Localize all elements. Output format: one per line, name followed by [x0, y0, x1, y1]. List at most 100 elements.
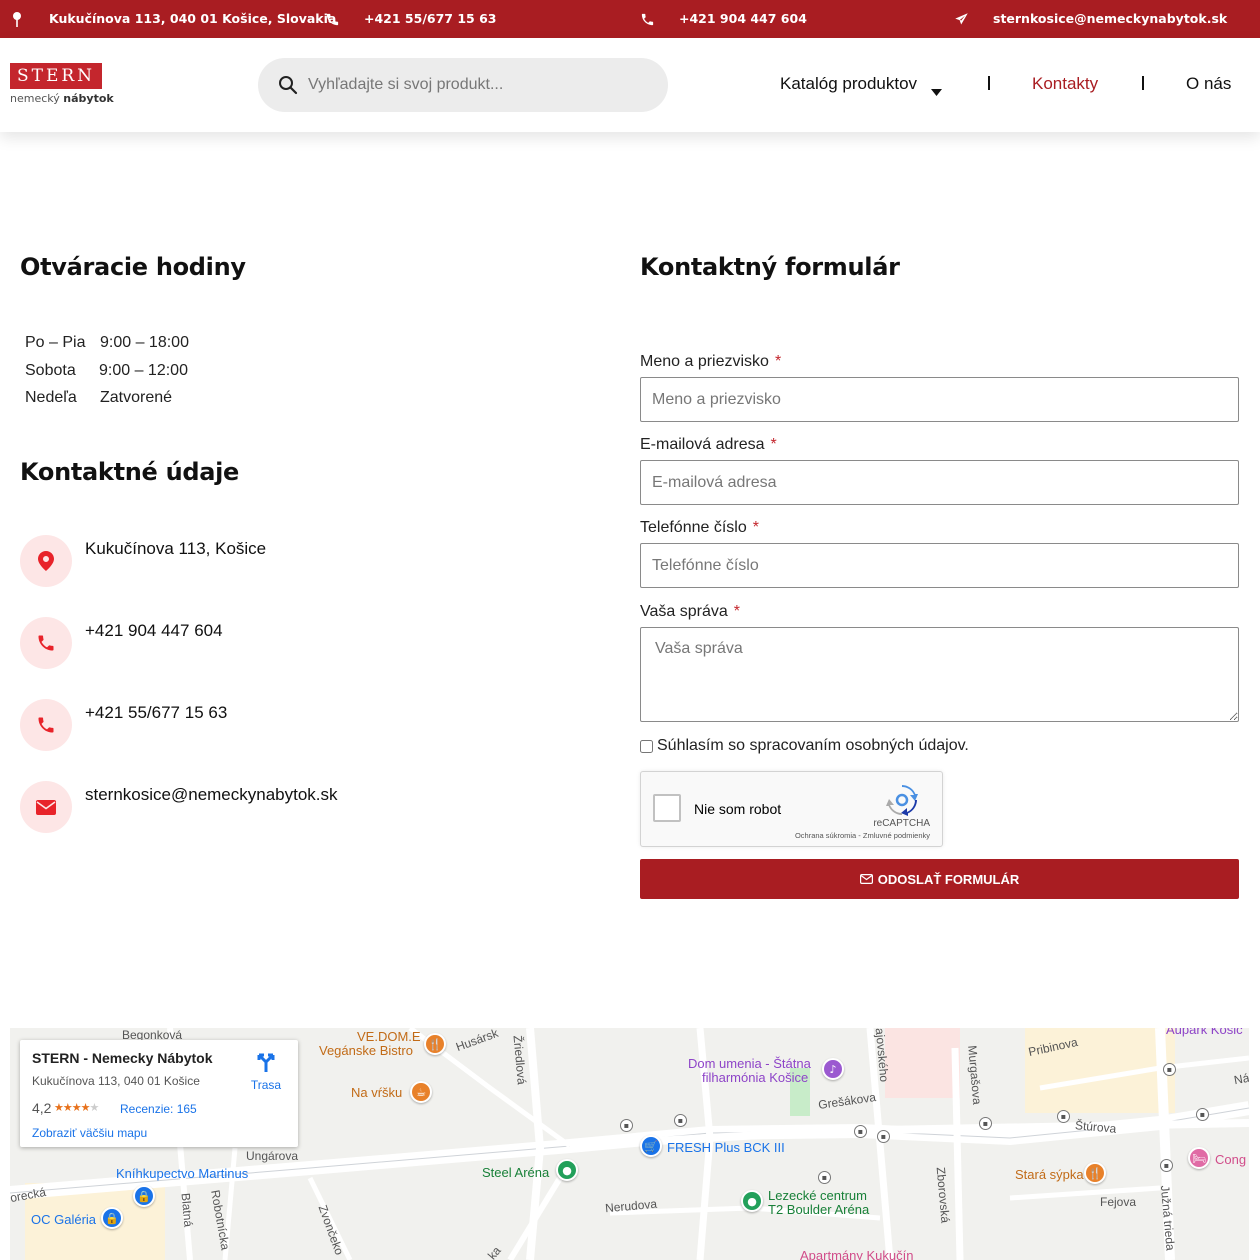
bus-stop-icon[interactable]: ▪	[854, 1125, 867, 1138]
email-label: E-mailová adresa *	[640, 436, 777, 453]
map-pin-icon	[12, 0, 22, 38]
recaptcha-logo-icon	[886, 784, 918, 820]
hotel-icon[interactable]: 🛏	[1188, 1147, 1210, 1169]
nav-separator	[1142, 76, 1144, 90]
topbar-address: Kukučínova 113, 040 01 Košice, Slovakia	[49, 11, 337, 26]
bus-stop-icon[interactable]: ▪	[620, 1119, 633, 1132]
nav-separator	[988, 76, 990, 90]
view-larger-map-link[interactable]: Zobraziť väčšiu mapu	[32, 1126, 147, 1140]
email-field[interactable]	[640, 460, 1239, 505]
shopping-icon[interactable]: 🔒	[101, 1207, 123, 1229]
phone-field[interactable]	[640, 543, 1239, 588]
map-label-t2-boulder: T2 Boulder Aréna	[768, 1202, 870, 1217]
map-label-aupark: Aupark Košic	[1166, 1028, 1243, 1037]
phone-icon	[20, 699, 72, 751]
consent-checkbox[interactable]	[640, 739, 653, 753]
place-info-card: STERN - Nemecky Nábytok Kukučínova 113, …	[20, 1040, 298, 1147]
bus-stop-icon[interactable]: ▪	[818, 1171, 831, 1184]
hours-time: 9:00 – 18:00	[100, 334, 189, 351]
stadium-icon[interactable]: ●	[556, 1159, 578, 1181]
restaurant-icon[interactable]: 🍴	[1084, 1162, 1106, 1184]
phone-label: Telefónne číslo *	[640, 519, 759, 536]
map-label-fresh-plus: FRESH Plus BCK III	[667, 1140, 785, 1155]
map-label-ungarova: Ungárova	[246, 1149, 299, 1163]
bus-stop-icon[interactable]: ▪	[1163, 1063, 1176, 1076]
topbar-phone-mobile[interactable]: +421 904 447 604	[679, 11, 807, 26]
hours-time: Zatvorené	[100, 389, 173, 406]
consent-label[interactable]: Súhlasím so spracovaním osobných údajov.	[657, 737, 969, 755]
caret-down-icon[interactable]	[931, 81, 942, 100]
top-info-bar: Kukučínova 113, 040 01 Košice, Slovakia …	[0, 0, 1260, 38]
map-label-fejova: Fejova	[1100, 1195, 1137, 1209]
recaptcha-terms[interactable]: Ochrana súkromia - Zmluvné podmienky	[795, 831, 930, 840]
topbar-phone-landline[interactable]: +421 55/677 15 63	[364, 11, 496, 26]
map-label-na-edge: Ná	[1232, 1070, 1249, 1088]
place-rating: 4,2	[32, 1100, 52, 1116]
envelope-icon	[859, 874, 873, 884]
bus-stop-icon[interactable]: ▪	[1057, 1110, 1070, 1123]
bus-stop-icon[interactable]: ▪	[979, 1117, 992, 1130]
shopping-icon[interactable]: 🔒	[133, 1185, 155, 1207]
map-label-cong: Cong	[1215, 1152, 1247, 1167]
bus-stop-icon[interactable]: ▪	[1196, 1108, 1209, 1121]
form-title: Kontaktný formulár	[640, 253, 900, 281]
map-label-oc-galeria: OC Galéria	[31, 1212, 97, 1227]
nav-catalog[interactable]: Katalóg produktov	[780, 74, 917, 94]
bus-stop-icon[interactable]: ▪	[1160, 1159, 1173, 1172]
bus-stop-icon[interactable]: ▪	[674, 1114, 687, 1127]
map-pin-icon	[20, 535, 72, 587]
phone-icon	[640, 0, 655, 38]
map-label-knihkupectvo: Kníhkupectvo Martinus	[116, 1166, 249, 1181]
contact-email[interactable]: sternkosice@nemeckynabytok.sk	[85, 785, 338, 805]
nav-contacts[interactable]: Kontakty	[1032, 74, 1098, 94]
map-label-blatna: Blatná	[178, 1192, 196, 1228]
map-label-dom-umenia: Dom umenia - Štátna	[688, 1056, 811, 1071]
map-label-vedome: VE.DOM.E	[357, 1029, 421, 1044]
google-map[interactable]: VE.DOM.E Vegánske Bistro 🍴 Na vŕšku ☕ Do…	[10, 1028, 1249, 1260]
map-label-apartmany: Apartmány Kukučín	[800, 1248, 914, 1260]
map-label-lezecke: Lezecké centrum	[768, 1188, 867, 1203]
hours-title: Otváracie hodiny	[20, 253, 246, 281]
phone-icon	[20, 617, 72, 669]
name-field[interactable]	[640, 377, 1239, 422]
bus-stop-icon[interactable]: ▪	[877, 1130, 890, 1143]
recaptcha-checkbox[interactable]	[653, 794, 681, 822]
message-label: Vaša správa *	[640, 603, 740, 620]
submit-button[interactable]: ODOSLAŤ FORMULÁR	[640, 859, 1239, 899]
consent-row: Súhlasím so spracovaním osobných údajov.	[640, 737, 969, 755]
hours-day: Po – Pia	[25, 334, 86, 351]
sports-icon[interactable]: ●	[741, 1190, 763, 1212]
contact-phone-landline[interactable]: +421 55/677 15 63	[85, 703, 227, 723]
envelope-icon	[20, 781, 72, 833]
hours-time: 9:00 – 12:00	[99, 362, 188, 379]
recaptcha-widget: Nie som robot reCAPTCHA Ochrana súkromia…	[640, 771, 943, 847]
nav-about[interactable]: O nás	[1186, 74, 1231, 94]
restaurant-icon[interactable]: 🍴	[424, 1033, 446, 1055]
submit-label: ODOSLAŤ FORMULÁR	[877, 871, 1020, 887]
recaptcha-brand: reCAPTCHA	[873, 818, 930, 829]
reviews-link[interactable]: Recenzie: 165	[120, 1102, 197, 1116]
message-field[interactable]	[640, 627, 1239, 722]
hours-day: Sobota	[25, 362, 76, 379]
music-venue-icon[interactable]: ♪	[822, 1058, 844, 1080]
place-address: Kukučínova 113, 040 01 Košice	[32, 1074, 200, 1088]
contact-address: Kukučínova 113, Košice	[85, 539, 267, 558]
topbar-email[interactable]: sternkosice@nemeckynabytok.sk	[993, 11, 1227, 26]
name-label: Meno a priezvisko *	[640, 353, 782, 370]
place-title: STERN - Nemecky Nábytok	[32, 1050, 213, 1066]
search-icon[interactable]	[278, 75, 298, 99]
site-header: STERN nemecký nábytok Katalóg produktov …	[0, 38, 1260, 132]
contact-title: Kontaktné údaje	[20, 458, 240, 486]
directions-icon	[257, 1053, 275, 1072]
paper-plane-icon	[954, 0, 969, 38]
cafe-icon[interactable]: ☕	[410, 1081, 432, 1103]
map-label-vedome-bistro: Vegánske Bistro	[319, 1043, 413, 1058]
search-input[interactable]	[308, 72, 648, 98]
map-label-na-vrsku: Na vŕšku	[351, 1085, 403, 1100]
contact-phone-mobile[interactable]: +421 904 447 604	[85, 621, 223, 641]
logo[interactable]: STERN	[10, 63, 102, 89]
logo-tagline: nemecký nábytok	[10, 92, 114, 105]
shop-icon[interactable]: 🛒	[640, 1135, 662, 1157]
recaptcha-label: Nie som robot	[694, 801, 782, 817]
directions-button[interactable]: Trasa	[246, 1050, 286, 1092]
